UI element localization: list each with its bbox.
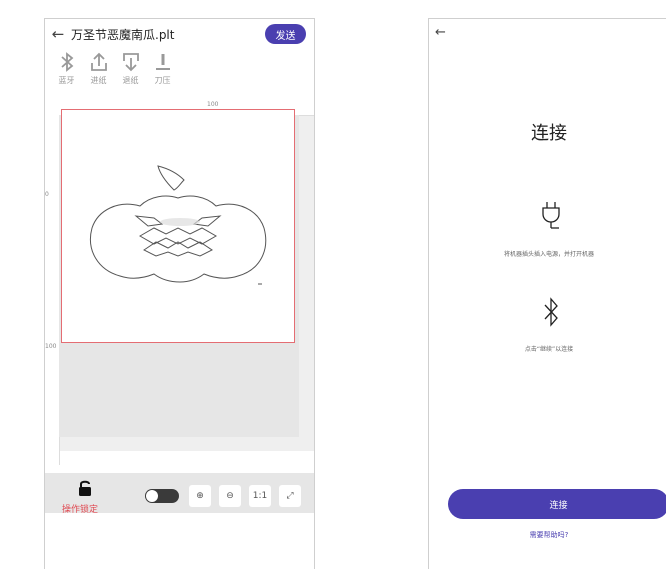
cutting-mat[interactable]	[61, 109, 295, 343]
ruler-left: 0 100 200	[45, 115, 60, 502]
pumpkin-graphic	[90, 165, 267, 285]
tool-label-retract: 退纸	[122, 76, 139, 85]
feed-paper-tool[interactable]: 进纸	[85, 51, 112, 101]
tool-label-pressure: 刀压	[154, 76, 171, 85]
ruler-left-label-100: 100	[45, 343, 57, 350]
unlock-icon[interactable]	[77, 479, 93, 497]
tool-label-feed: 进纸	[90, 76, 107, 85]
plug-hint: 将机器插头插入电源，并打开机器	[503, 251, 594, 258]
back-arrow-icon[interactable]: ←	[435, 25, 446, 40]
bluetooth-tool[interactable]: 蓝牙	[53, 51, 80, 101]
fullscreen-button[interactable]: ⤢	[279, 485, 301, 507]
top-bar: ← 万圣节恶魔南瓜.plt 发送	[45, 19, 314, 49]
zoom-out-button[interactable]: ⊖	[219, 485, 241, 507]
lock-label: 操作锁定	[62, 505, 99, 515]
page-title: 连接	[531, 123, 567, 144]
actual-size-button[interactable]: 1:1	[249, 485, 271, 507]
blade-pressure-icon	[155, 54, 170, 70]
toggle-knob	[146, 490, 158, 502]
bluetooth-hint: 点击“继续”以连接	[524, 346, 574, 353]
zoom-in-button[interactable]: ⊕	[189, 485, 211, 507]
bluetooth-icon	[60, 52, 73, 72]
back-arrow-icon[interactable]: ←	[45, 25, 71, 43]
upload-icon	[90, 52, 107, 71]
blade-pressure-tool[interactable]: 刀压	[149, 51, 176, 101]
help-link[interactable]: 需要帮助吗?	[429, 530, 666, 540]
toolbar: 蓝牙 进纸 退纸 刀压	[45, 51, 314, 101]
tool-label-bluetooth: 蓝牙	[58, 76, 75, 85]
retract-paper-tool[interactable]: 退纸	[117, 51, 144, 101]
plug-icon	[542, 202, 560, 229]
connect-screen: ← 连接 将机器插头插入电源，并打开机器 点击“继续”以连接 连接 需要帮助吗?	[428, 18, 666, 569]
design-screen: ← 万圣节恶魔南瓜.plt 发送 蓝牙 进纸 退纸 刀压 100 0 100 操…	[44, 18, 315, 569]
download-icon	[122, 53, 139, 72]
bluetooth-icon	[544, 297, 558, 327]
lock-toggle[interactable]	[145, 489, 179, 503]
send-button[interactable]: 发送	[265, 24, 306, 44]
connect-button[interactable]: 连接	[448, 489, 666, 519]
ruler-left-label-0: 0	[45, 191, 49, 198]
ruler-top-label: 100	[207, 101, 219, 108]
